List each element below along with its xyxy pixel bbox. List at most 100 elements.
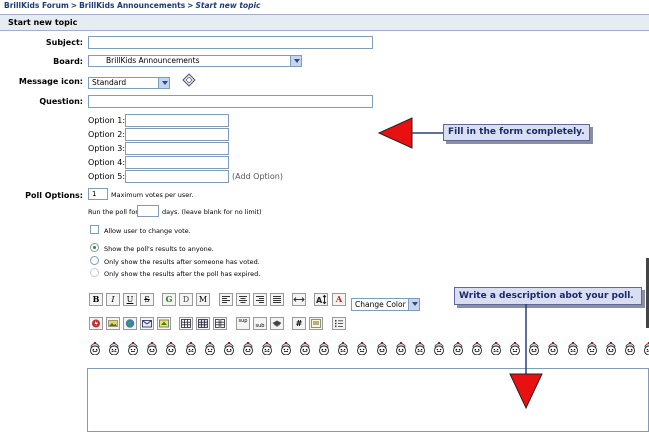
results-after-vote-radio[interactable]	[90, 256, 99, 265]
smiley-icon[interactable]	[165, 342, 177, 355]
board-select[interactable]: BrillKids Announcements	[88, 55, 302, 67]
smiley-icon[interactable]	[605, 342, 617, 355]
results-after-expire-radio	[90, 268, 99, 277]
smiley-icon[interactable]	[185, 342, 197, 355]
smiley-icon[interactable]	[337, 342, 349, 355]
option-input[interactable]	[125, 142, 229, 155]
allow-change-vote-checkbox[interactable]	[90, 225, 99, 234]
smiley-icon[interactable]	[204, 342, 216, 355]
list-button[interactable]	[332, 317, 346, 330]
breadcrumb-link-forum[interactable]: BrillKids Forum	[4, 1, 69, 10]
glow-button[interactable]: G	[162, 293, 176, 306]
email-icon	[142, 320, 152, 328]
smiley-icon[interactable]	[376, 342, 388, 355]
italic-button[interactable]: I	[106, 293, 120, 306]
smiley-icon[interactable]	[89, 342, 101, 355]
superscript-button[interactable]: sup	[236, 317, 250, 330]
smiley-icon[interactable]	[414, 342, 426, 355]
font-color-button[interactable]: A	[332, 293, 346, 306]
justify-button[interactable]	[270, 293, 284, 306]
question-input[interactable]	[88, 95, 373, 108]
smiley-icon[interactable]	[490, 342, 502, 355]
smiley-icon[interactable]	[299, 342, 311, 355]
chevron-down-icon	[408, 299, 419, 310]
option-input[interactable]	[125, 128, 229, 141]
smiley-icon[interactable]	[356, 342, 368, 355]
smiley-icon[interactable]	[261, 342, 273, 355]
board-select-value: BrillKids Announcements	[106, 56, 200, 65]
smiley-icon[interactable]	[108, 342, 120, 355]
teletype-button[interactable]	[270, 317, 284, 330]
message-textarea[interactable]	[87, 368, 649, 432]
smiley-icon[interactable]	[395, 342, 407, 355]
align-right-icon	[256, 296, 264, 303]
shadow-button[interactable]: D	[179, 293, 193, 306]
change-color-select[interactable]: Change Color	[351, 298, 420, 311]
option-label: Option 3:	[88, 144, 126, 153]
subject-input[interactable]	[88, 36, 373, 49]
align-right-button[interactable]	[253, 293, 267, 306]
flash-button[interactable]	[89, 317, 103, 330]
max-votes-input[interactable]: 1	[88, 188, 108, 200]
marquee-button[interactable]: M	[196, 293, 210, 306]
align-center-icon	[239, 296, 247, 303]
smiley-icon[interactable]	[643, 342, 649, 355]
smiley-icon[interactable]	[624, 342, 636, 355]
option-label: Option 4:	[88, 158, 126, 167]
results-anyone-radio[interactable]	[90, 243, 99, 252]
option-input[interactable]	[125, 156, 229, 169]
insert-link-button[interactable]	[123, 317, 137, 330]
subscript-button[interactable]: sub	[253, 317, 267, 330]
page-header-bar: Start new topic	[0, 14, 649, 31]
insert-table-row-button[interactable]	[196, 317, 210, 330]
message-icon-select-value: Standard	[92, 78, 127, 87]
font-size-button[interactable]: A	[314, 293, 328, 306]
left-arrow-pointer-icon	[378, 117, 443, 149]
option-input[interactable]	[125, 170, 229, 183]
smiley-icon[interactable]	[223, 342, 235, 355]
insert-email-button[interactable]	[140, 317, 154, 330]
insert-table-column-button[interactable]	[213, 317, 227, 330]
smiley-icon[interactable]	[567, 342, 579, 355]
option-input[interactable]	[125, 114, 229, 127]
smiley-icon[interactable]	[146, 342, 158, 355]
message-icon-select[interactable]: Standard	[88, 77, 170, 89]
breadcrumb-separator: >	[187, 1, 194, 10]
align-center-button[interactable]	[236, 293, 250, 306]
chevron-down-icon	[158, 78, 169, 88]
table-row-icon	[198, 319, 208, 328]
subscript-icon: sub	[255, 323, 265, 329]
smiley-icon[interactable]	[127, 342, 139, 355]
quote-button[interactable]	[309, 317, 323, 330]
option-label: Option 5:	[88, 172, 126, 181]
underline-button[interactable]: U	[123, 293, 137, 306]
run-poll-days-input[interactable]	[137, 205, 159, 217]
strikethrough-button[interactable]: S	[140, 293, 154, 306]
results-after-expire-label: Only show the results after the poll has…	[104, 270, 261, 278]
code-button[interactable]: #	[292, 317, 306, 330]
insert-ftp-button[interactable]	[157, 317, 171, 330]
write-description-callout: Write a description abot your poll.	[454, 287, 642, 305]
smiley-icon[interactable]	[547, 342, 559, 355]
add-option-link[interactable]: (Add Option)	[232, 172, 283, 181]
table-column-icon	[215, 319, 225, 328]
insert-image-button[interactable]	[106, 317, 120, 330]
option-label: Option 1:	[88, 116, 126, 125]
horizontal-rule-button[interactable]	[292, 293, 306, 306]
smiley-icon[interactable]	[318, 342, 330, 355]
align-left-button[interactable]	[219, 293, 233, 306]
smiley-icon[interactable]	[433, 342, 445, 355]
smiley-icon[interactable]	[242, 342, 254, 355]
smiley-icon[interactable]	[280, 342, 292, 355]
bold-button[interactable]: B	[89, 293, 103, 306]
smiley-icon[interactable]	[586, 342, 598, 355]
results-anyone-label: Show the poll's results to anyone.	[104, 245, 214, 253]
breadcrumb-link-board[interactable]: BrillKids Announcements	[79, 1, 185, 10]
smiley-icon[interactable]	[471, 342, 483, 355]
align-left-icon	[222, 296, 230, 303]
smiley-icon[interactable]	[452, 342, 464, 355]
subject-label: Subject:	[45, 38, 83, 47]
change-color-select-value: Change Color	[355, 300, 406, 309]
insert-table-button[interactable]	[179, 317, 193, 330]
message-icon-label: Message icon:	[18, 77, 83, 86]
